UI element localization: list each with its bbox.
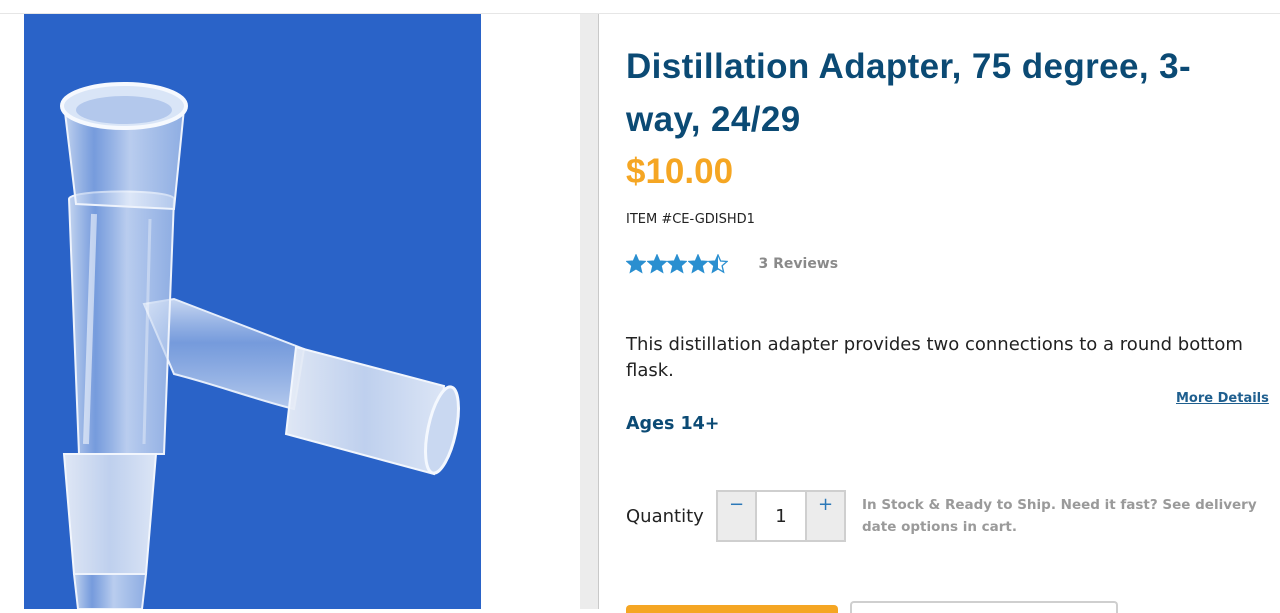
add-to-cart-button[interactable] [626, 605, 838, 613]
minus-icon: − [728, 494, 745, 515]
star-icon [687, 254, 708, 274]
product-price: $10.00 [626, 152, 734, 191]
star-icon [667, 254, 687, 274]
quantity-stepper: − + [716, 490, 846, 542]
quantity-input[interactable] [755, 492, 807, 540]
product-title: Distillation Adapter, 75 degree, 3-way, … [626, 47, 1192, 139]
product-rating[interactable]: 3 Reviews [626, 252, 838, 276]
star-icon [708, 254, 728, 274]
glass-adapter-illustration [60, 82, 460, 609]
image-gallery-scrollbar[interactable] [580, 14, 599, 609]
star-rating [626, 254, 729, 274]
age-recommendation: Ages 14+ [626, 414, 720, 434]
star-icon [646, 254, 667, 274]
star-icon [626, 254, 646, 274]
quantity-label: Quantity [626, 506, 704, 527]
more-details-link[interactable]: More Details [1176, 391, 1269, 406]
product-description: This distillation adapter provides two c… [626, 334, 1243, 381]
product-image[interactable] [24, 14, 481, 609]
increment-button[interactable]: + [807, 492, 844, 540]
decrement-button[interactable]: − [718, 492, 755, 540]
reviews-link[interactable]: 3 Reviews [759, 256, 839, 272]
stock-status: In Stock & Ready to Ship. Need it fast? … [862, 497, 1257, 535]
plus-icon: + [817, 494, 834, 515]
item-number: ITEM #CE-GDISHD1 [626, 212, 755, 227]
secondary-action-button[interactable] [850, 601, 1118, 613]
